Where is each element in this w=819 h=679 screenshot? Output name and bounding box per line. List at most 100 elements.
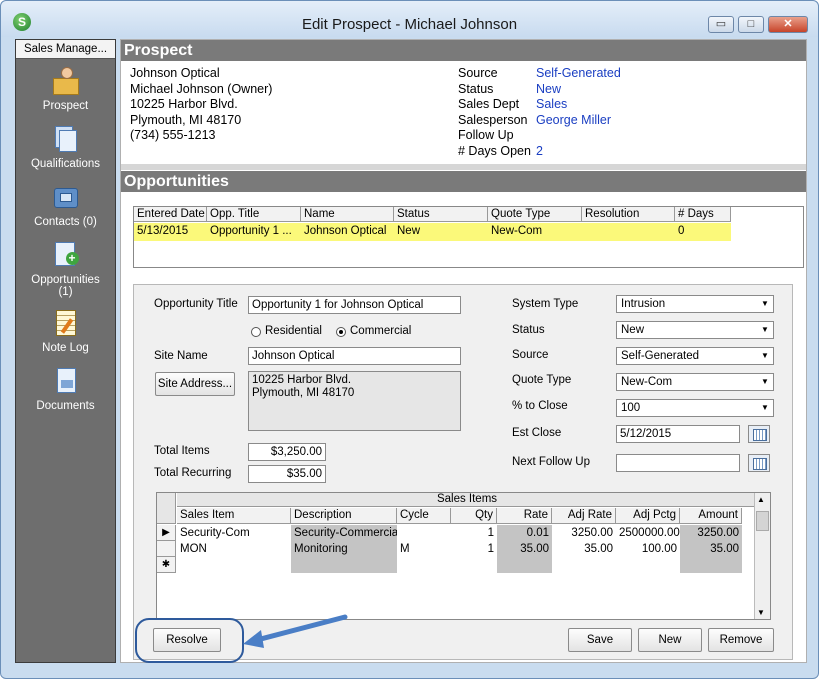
follow-up-label: Follow Up — [458, 128, 514, 142]
sidebar-item-prospect[interactable]: Prospect — [16, 66, 115, 112]
source-label: Source — [458, 66, 498, 80]
sidebar-item-opportunities[interactable]: + Opportunities (1) — [16, 240, 115, 298]
column-header[interactable]: Sales Item — [177, 508, 291, 524]
sales-dept-value: Sales — [536, 97, 568, 111]
quote-type-select[interactable]: New-Com ▼ — [616, 373, 774, 391]
cell-status: New — [397, 225, 421, 237]
cell-rate: 0.01 — [497, 525, 552, 541]
cell-adj-pctg[interactable]: 100.00 — [616, 541, 680, 557]
system-type-label: System Type — [512, 298, 579, 310]
cell-adj-rate[interactable]: 35.00 — [552, 541, 616, 557]
column-header[interactable]: Adj Pctg — [616, 508, 680, 524]
column-header[interactable]: Adj Rate — [552, 508, 616, 524]
edit-prospect-window: S Edit Prospect - Michael Johnson ▭ □ ✕ … — [0, 0, 819, 679]
prospect-address-line2: Plymouth, MI 48170 — [130, 113, 242, 127]
cell-adj-rate[interactable]: 3250.00 — [552, 525, 616, 541]
system-type-select[interactable]: Intrusion ▼ — [616, 295, 774, 313]
status-select-value: New — [621, 324, 645, 336]
sales-items-table[interactable]: Sales Items Sales Item Description Cycle… — [156, 492, 771, 620]
sidebar-item-label: Note Log — [42, 342, 89, 354]
opportunities-table[interactable]: Entered Date Opp. Title Name Status Quot… — [133, 206, 804, 268]
cell-opp-title: Opportunity 1 ... — [210, 225, 292, 237]
est-close-label: Est Close — [512, 427, 562, 439]
column-header[interactable]: Quote Type — [488, 207, 582, 222]
section-divider — [121, 164, 806, 170]
cell-amount: 35.00 — [680, 541, 742, 557]
chevron-down-icon: ▼ — [761, 351, 769, 360]
sidebar-item-qualifications[interactable]: Qualifications — [16, 124, 115, 170]
opp-title-field[interactable]: Opportunity 1 for Johnson Optical — [248, 296, 461, 314]
cell-rate: 35.00 — [497, 541, 552, 557]
cell-qty[interactable]: 1 — [451, 525, 497, 541]
sidebar-item-label: Prospect — [42, 100, 89, 112]
sidebar-item-note-log[interactable]: Note Log — [16, 308, 115, 354]
site-name-field[interactable]: Johnson Optical — [248, 347, 461, 365]
title-bar: S Edit Prospect - Michael Johnson ▭ □ ✕ — [1, 1, 818, 37]
sidebar-item-label: Documents — [36, 400, 95, 412]
site-address-button[interactable]: Site Address... — [155, 372, 235, 396]
maximize-button[interactable]: □ — [738, 16, 764, 33]
column-header[interactable]: Resolution — [582, 207, 675, 222]
commercial-label: Commercial — [350, 325, 412, 337]
column-header[interactable]: Entered Date — [134, 207, 207, 222]
current-row-marker-icon: ▶ — [157, 525, 176, 541]
row-selector[interactable] — [157, 541, 176, 557]
column-header[interactable]: Status — [394, 207, 488, 222]
save-button[interactable]: Save — [568, 628, 632, 652]
system-type-value: Intrusion — [621, 298, 666, 310]
cell-description — [291, 557, 397, 573]
cell-sales-item[interactable]: Security-Com — [177, 525, 291, 541]
sidebar-header: Sales Manage... — [16, 40, 115, 59]
salesperson-value: George Miller — [536, 113, 612, 127]
prospect-section-header: Prospect — [121, 40, 806, 61]
cell-quote-type: New-Com — [491, 225, 543, 237]
pct-close-select[interactable]: 100 ▼ — [616, 399, 774, 417]
column-header[interactable]: Opp. Title — [207, 207, 301, 222]
chevron-down-icon: ▼ — [761, 403, 769, 412]
est-close-field[interactable]: 5/12/2015 — [616, 425, 740, 443]
status-select[interactable]: New ▼ — [616, 321, 774, 339]
cell-days: 0 — [678, 225, 685, 237]
sales-items-title: Sales Items — [177, 493, 757, 507]
residential-label: Residential — [265, 325, 322, 337]
column-header[interactable]: Cycle — [397, 508, 451, 524]
main-content: Prospect Johnson Optical Michael Johnson… — [120, 39, 807, 663]
column-header[interactable]: Name — [301, 207, 394, 222]
column-header[interactable]: Description — [291, 508, 397, 524]
calendar-icon[interactable] — [748, 454, 770, 472]
column-header[interactable]: Amount — [680, 508, 742, 524]
remove-button[interactable]: Remove — [708, 628, 774, 652]
scroll-up-icon[interactable]: ▲ — [757, 495, 765, 504]
new-button[interactable]: New — [638, 628, 702, 652]
cell-adj-pctg[interactable]: 2500000.00 — [616, 525, 680, 541]
close-button[interactable]: ✕ — [768, 16, 808, 33]
source-select[interactable]: Self-Generated ▼ — [616, 347, 774, 365]
vertical-scrollbar[interactable]: ▲ ▼ — [754, 493, 770, 619]
column-header[interactable]: Rate — [497, 508, 552, 524]
sales-dept-label: Sales Dept — [458, 97, 520, 111]
calendar-icon[interactable] — [748, 425, 770, 443]
cell-name: Johnson Optical — [304, 225, 387, 237]
annotation-highlight-ring — [135, 618, 244, 663]
cell-qty[interactable]: 1 — [451, 541, 497, 557]
sidebar-item-documents[interactable]: Documents — [16, 366, 115, 412]
status-value: New — [536, 82, 562, 96]
pct-close-value: 100 — [621, 402, 641, 414]
cell-description: Monitoring — [291, 541, 397, 557]
prospect-company: Johnson Optical — [130, 66, 220, 80]
next-follow-up-field[interactable] — [616, 454, 740, 472]
total-items-field: $3,250.00 — [248, 443, 326, 461]
site-address-line2: Plymouth, MI 48170 — [252, 387, 355, 399]
residential-radio[interactable] — [251, 327, 261, 337]
minimize-button[interactable]: ▭ — [708, 16, 734, 33]
column-header[interactable]: Qty — [451, 508, 497, 524]
scroll-down-icon[interactable]: ▼ — [757, 608, 765, 617]
cell-sales-item[interactable]: MON — [177, 541, 291, 557]
sidebar-item-label: Qualifications — [30, 158, 101, 170]
commercial-radio[interactable] — [336, 327, 346, 337]
prospect-phone: (734) 555-1213 — [130, 128, 216, 142]
opportunity-detail-panel: Opportunity Title Opportunity 1 for John… — [133, 284, 793, 660]
scroll-thumb[interactable] — [756, 511, 769, 531]
column-header[interactable]: # Days — [675, 207, 731, 222]
sidebar-item-contacts[interactable]: Contacts (0) — [16, 182, 115, 228]
